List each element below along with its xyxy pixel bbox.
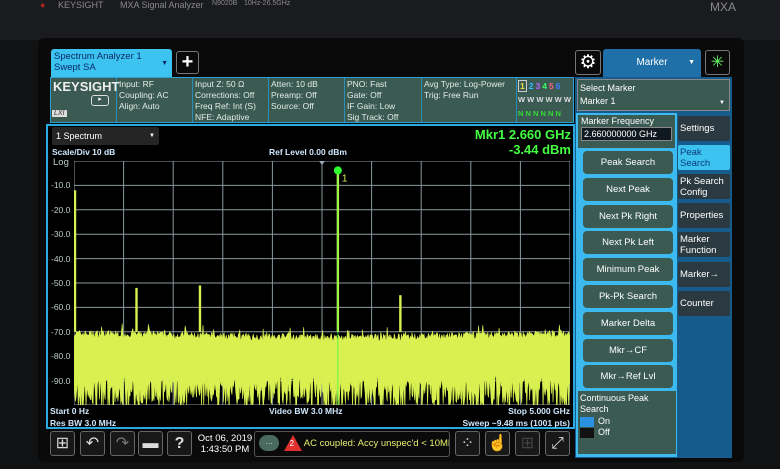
select-marker-dropdown[interactable]: Select MarkerMarker 1 ▼ — [577, 79, 730, 111]
pno-settings[interactable]: PNO: FastGate: OffIF Gain: LowSig Track:… — [345, 78, 422, 122]
center-freq-marker-icon — [319, 161, 325, 165]
trace-detectors: N N N N N N — [518, 107, 574, 121]
scale-div: Scale/Div 10 dB — [52, 147, 115, 157]
marker-number: 1 — [342, 173, 348, 184]
side-tab-marker-function[interactable]: Marker Function — [678, 232, 730, 257]
mkr-cf-button[interactable]: Mkr→CF — [583, 339, 673, 362]
fullscreen-icon[interactable]: ⤢ — [545, 431, 570, 456]
settings-gear-icon[interactable]: ⚙ — [575, 50, 601, 75]
logo-text: KEYSIGHT — [51, 78, 116, 95]
message-text: AC coupled: Accy unspec'd < 10MHz — [304, 438, 450, 449]
side-tab-counter[interactable]: Counter — [678, 291, 730, 316]
tab-spectrum-analyzer[interactable]: Spectrum Analyzer 1 Swept SA ▼ — [51, 49, 172, 77]
input-z-settings[interactable]: Input Z: 50 ΩCorrections: OffFreq Ref: I… — [193, 78, 269, 122]
trace-1[interactable]: 1 — [518, 80, 527, 92]
touch-icon[interactable]: ☝ — [485, 431, 510, 456]
trace-peak — [74, 190, 76, 332]
video-bw[interactable]: Video BW 3.0 MHz — [269, 406, 343, 416]
trace-peak — [399, 295, 401, 332]
input-settings[interactable]: Input: RFCoupling: ACAlign: Auto — [117, 78, 193, 122]
marker-frequency-label: Marker Frequency — [581, 116, 672, 126]
radio-off-icon[interactable] — [580, 428, 594, 438]
clock: Oct 06, 20191:43:50 PM — [196, 433, 254, 455]
trace-4[interactable]: 4 — [542, 81, 547, 91]
marker-delta-button[interactable]: Marker Delta — [583, 312, 673, 335]
tab-title: Spectrum Analyzer 1 — [54, 51, 169, 62]
chevron-down-icon: ▼ — [161, 58, 168, 69]
mkr-ref-lvl-button[interactable]: Mkr→Ref Lvl — [583, 365, 673, 388]
marker-readout-freq: Mkr1 2.660 GHz — [475, 127, 571, 142]
trace-peak — [135, 288, 137, 332]
help-icon[interactable]: ? — [167, 431, 192, 456]
stop-freq[interactable]: Stop 5.000 GHz — [508, 406, 570, 416]
trace-2[interactable]: 2 — [529, 81, 534, 91]
marker-frequency-field[interactable]: Marker Frequency 2.660000000 GHz — [578, 115, 675, 148]
trace-3[interactable]: 3 — [535, 81, 540, 91]
trace-peak — [199, 285, 201, 331]
menu-select-dropdown[interactable]: Marker▼ — [603, 49, 701, 77]
res-bw[interactable]: Res BW 3.0 MHz — [50, 418, 116, 428]
window-select[interactable]: 1 Spectrum▼ — [52, 127, 159, 145]
marker-readout-amp: -3.44 dBm — [509, 142, 571, 157]
layout-icon[interactable]: ⁘ — [455, 431, 480, 456]
radio-on-icon[interactable] — [580, 417, 594, 427]
spectrum-graph[interactable]: 1 — [74, 161, 570, 405]
settings-bar: KEYSIGHT ▸ LXI Input: RFCoupling: ACAlig… — [50, 77, 574, 123]
lxi-badge: LXI — [52, 110, 67, 117]
redo-icon[interactable]: ↷ — [110, 431, 135, 456]
warning-icon: 2 — [284, 435, 302, 451]
side-tab-peak-search[interactable]: Peak Search — [678, 145, 730, 170]
local-remote-icon[interactable]: ▸ — [91, 95, 109, 106]
bezel-range: 10Hz-26.5GHz — [244, 0, 290, 7]
trace-5[interactable]: 5 — [549, 81, 554, 91]
windows-icon[interactable]: ⊞ — [50, 431, 75, 456]
trace-types: W W W W W W — [518, 93, 574, 107]
tab-subtitle: Swept SA — [54, 62, 169, 73]
continuous-peak-search[interactable]: Continuous Peak Search On Off — [578, 391, 676, 454]
folder-icon[interactable]: ▬ — [138, 431, 163, 456]
keysight-logo-icon: ● — [40, 0, 45, 10]
atten-settings[interactable]: Atten: 10 dBPreamp: OffSource: Off — [269, 78, 345, 122]
start-freq[interactable]: Start 0 Hz — [50, 406, 89, 416]
busy-spinner-icon: ✳ — [705, 50, 730, 75]
trace-indicator[interactable]: 123456 W W W W W W N N N N N N — [517, 78, 575, 122]
pk-pk-search-button[interactable]: Pk-Pk Search — [583, 285, 673, 308]
peak-search-button[interactable]: Peak Search — [583, 151, 673, 174]
next-pk-left-button[interactable]: Next Pk Left — [583, 231, 673, 254]
bezel-model-no: N9020B — [212, 0, 237, 7]
bezel-badge: MXA — [710, 0, 736, 14]
minimum-peak-button[interactable]: Minimum Peak — [583, 258, 673, 281]
side-tab-properties[interactable]: Properties — [678, 203, 730, 228]
avg-trig-settings[interactable]: Avg Type: Log-PowerTrig: Free Run — [422, 78, 517, 122]
instrument-bezel: ● KEYSIGHT MXA Signal Analyzer N9020B 10… — [0, 0, 780, 40]
next-pk-right-button[interactable]: Next Pk Right — [583, 205, 673, 228]
marker-1-icon — [334, 166, 342, 174]
side-tab-settings[interactable]: Settings — [678, 116, 730, 141]
undo-icon[interactable]: ↶ — [80, 431, 105, 456]
ref-level[interactable]: Ref Level 0.00 dBm — [269, 147, 347, 157]
spectrum-window[interactable]: 1 Spectrum▼ Scale/Div 10 dB Ref Level 0.… — [46, 124, 575, 429]
sweep-time[interactable]: Sweep ~9.48 ms (1001 pts) — [463, 418, 571, 428]
add-screen-button[interactable]: + — [176, 51, 199, 74]
continuous-peak-label: Continuous Peak Search — [580, 393, 674, 415]
trace-6[interactable]: 6 — [556, 81, 561, 91]
multi-window-icon[interactable]: ⊞ — [515, 431, 540, 456]
bezel-brand: KEYSIGHT — [58, 0, 104, 10]
marker-frequency-input[interactable]: 2.660000000 GHz — [581, 127, 672, 141]
message-bar[interactable]: … 2 AC coupled: Accy unspec'd < 10MHz — [254, 431, 450, 457]
side-tab-marker-[interactable]: Marker→ — [678, 262, 730, 287]
bezel-model: MXA Signal Analyzer — [120, 0, 204, 10]
message-icon: … — [259, 435, 279, 451]
side-tab-pk-search-config[interactable]: Pk Search Config — [678, 174, 730, 199]
next-peak-button[interactable]: Next Peak — [583, 178, 673, 201]
keysight-logo: KEYSIGHT ▸ LXI — [51, 78, 117, 122]
